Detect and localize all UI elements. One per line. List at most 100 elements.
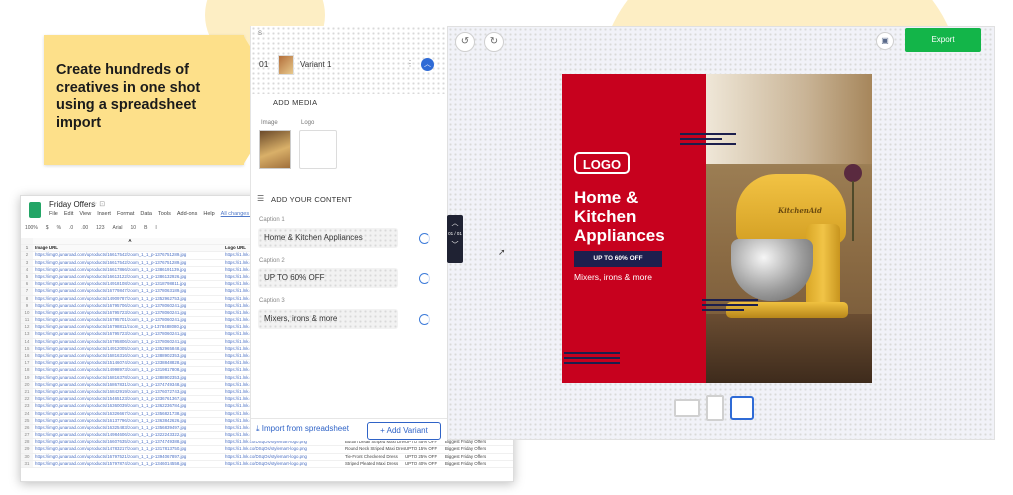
table-cell[interactable]: Biggest Friday Offers: [445, 439, 505, 445]
spreadsheet-title[interactable]: Friday Offers: [49, 200, 95, 209]
column-letter[interactable]: A: [33, 238, 225, 244]
table-cell[interactable]: https://img0.junaroad.com/uproducts/1636…: [33, 403, 225, 409]
caption-2-input[interactable]: UP TO 60% OFF: [258, 268, 398, 288]
row-number[interactable]: 4: [21, 266, 33, 273]
chevron-down-icon[interactable]: ﹀: [447, 240, 463, 250]
table-cell[interactable]: https://img0.junaroad.com/uproducts/1661…: [33, 260, 225, 266]
logo-upload-slot[interactable]: [299, 130, 337, 169]
row-number[interactable]: 17: [21, 360, 33, 367]
table-cell[interactable]: UPTO 40% OFF: [405, 461, 445, 467]
table-cell[interactable]: UPTO 15% OFF: [405, 446, 445, 452]
row-number[interactable]: 14: [21, 338, 33, 345]
creative-headline[interactable]: Home & Kitchen Appliances: [574, 188, 704, 245]
import-from-spreadsheet-button[interactable]: ⤓ Import from spreadsheet: [256, 424, 349, 434]
portrait-format-button[interactable]: [706, 395, 724, 421]
table-cell[interactable]: https://img0.junaroad.com/uproducts/1679…: [33, 317, 225, 323]
row-number[interactable]: 25: [21, 417, 33, 424]
row-number[interactable]: 20: [21, 381, 33, 388]
row-number[interactable]: 28: [21, 439, 33, 446]
toolbar-button[interactable]: 100%: [25, 225, 38, 231]
table-cell[interactable]: https://img0.junaroad.com/uproducts/1632…: [33, 411, 225, 417]
image-upload-slot[interactable]: [259, 130, 291, 169]
chevron-up-icon[interactable]: ︿: [421, 58, 434, 71]
row-number[interactable]: 23: [21, 403, 33, 410]
row-number[interactable]: 18: [21, 367, 33, 374]
row-number[interactable]: 13: [21, 331, 33, 338]
table-cell[interactable]: https://img0.junaroad.com/uproducts/1579…: [33, 461, 225, 467]
table-cell[interactable]: https://img0.junaroad.com/uproducts/1546…: [33, 396, 225, 402]
table-cell[interactable]: https://i1.lnk.co/DSqOs/stylemart-logo.p…: [225, 461, 345, 467]
menu-item[interactable]: Format: [117, 211, 134, 217]
star-icon[interactable]: ☆ ⊡: [91, 200, 105, 208]
table-cell[interactable]: https://img0.junaroad.com/uproducts/1679…: [33, 303, 225, 309]
save-icon[interactable]: ▣: [876, 32, 894, 50]
menu-item[interactable]: Edit: [64, 211, 73, 217]
table-cell[interactable]: https://img0.junaroad.com/uproducts/1686…: [33, 382, 225, 388]
row-number[interactable]: 5: [21, 273, 33, 281]
table-cell[interactable]: https://img0.junaroad.com/uproducts/1613…: [33, 418, 225, 424]
creative-subtext[interactable]: Mixers, irons & more: [574, 272, 652, 282]
row-number[interactable]: 19: [21, 374, 33, 381]
toolbar-button[interactable]: .00: [81, 225, 88, 231]
row-number[interactable]: 26: [21, 424, 33, 432]
row-number[interactable]: 24: [21, 410, 33, 417]
table-cell[interactable]: https://img0.junaroad.com/uproducts/1677…: [33, 288, 225, 294]
table-cell[interactable]: https://img0.junaroad.com/uproducts/1661…: [33, 252, 225, 258]
creative-logo[interactable]: LOGO: [574, 152, 630, 174]
table-cell[interactable]: https://img0.junaroad.com/uproducts/1490…: [33, 296, 225, 302]
row-number[interactable]: 8: [21, 295, 33, 302]
table-cell[interactable]: Striped Pleated Maxi Dress: [345, 461, 405, 467]
table-cell[interactable]: Tie-Front Checkered Dress: [345, 454, 405, 460]
caption-3-input[interactable]: Mixers, irons & more: [258, 309, 398, 329]
row-number[interactable]: 16: [21, 353, 33, 360]
row-number[interactable]: 29: [21, 446, 33, 453]
table-cell[interactable]: https://img0.junaroad.com/uproducts/1478…: [33, 446, 225, 452]
row-number[interactable]: 2: [21, 252, 33, 259]
table-cell[interactable]: https://img0.junaroad.com/uproducts/1660…: [33, 439, 225, 445]
table-cell[interactable]: https://img0.junaroad.com/uproducts/1491…: [33, 346, 225, 352]
toolbar-button[interactable]: .0: [69, 225, 73, 231]
creative-discount-badge[interactable]: UP TO 60% OFF: [574, 251, 662, 267]
toolbar-button[interactable]: 10: [131, 225, 137, 231]
toolbar-button[interactable]: B: [144, 225, 147, 231]
more-options-icon[interactable]: ⋮: [406, 59, 414, 68]
redo-icon[interactable]: ↻: [484, 32, 504, 52]
row-number[interactable]: 7: [21, 288, 33, 295]
row-number[interactable]: 30: [21, 453, 33, 460]
square-format-button[interactable]: [730, 396, 754, 420]
menu-item[interactable]: Data: [140, 211, 152, 217]
caption-1-input[interactable]: Home & Kitchen Appliances: [258, 228, 398, 248]
row-number[interactable]: 9: [21, 302, 33, 309]
row-number[interactable]: 15: [21, 345, 33, 352]
table-cell[interactable]: https://img0.junaroad.com/uproducts/1681…: [33, 353, 225, 359]
table-cell[interactable]: https://img0.junaroad.com/uproducts/1679…: [33, 331, 225, 337]
table-cell[interactable]: https://img0.junaroad.com/uproducts/1684…: [33, 389, 225, 395]
table-cell[interactable]: https://img0.junaroad.com/uproducts/1514…: [33, 360, 225, 366]
table-cell[interactable]: https://img0.junaroad.com/uproducts/1679…: [33, 324, 225, 330]
toolbar-button[interactable]: I: [155, 225, 156, 231]
row-number[interactable]: 1: [21, 245, 33, 252]
row-number[interactable]: 21: [21, 388, 33, 396]
table-cell[interactable]: Round Neck Striped Maxi Dress: [345, 446, 405, 452]
table-cell[interactable]: https://img0.junaroad.com/uproducts/1491…: [33, 281, 225, 287]
undo-icon[interactable]: ↺: [455, 32, 475, 52]
table-cell[interactable]: Biggest Friday Offers: [445, 446, 505, 452]
chevron-up-icon[interactable]: ︿: [447, 218, 463, 228]
table-cell[interactable]: https://i1.lnk.co/DSqOs/stylemart-logo.p…: [225, 454, 345, 460]
toolbar-button[interactable]: Arial: [113, 225, 123, 231]
menu-item[interactable]: Add-ons: [177, 211, 198, 217]
table-cell[interactable]: https://img0.junaroad.com/uproducts/1498…: [33, 432, 225, 438]
row-number[interactable]: 31: [21, 460, 33, 467]
creative-preview[interactable]: KitchenAid LOGO Home & Kitchen Appliance…: [562, 74, 872, 383]
row-number[interactable]: 12: [21, 324, 33, 331]
table-cell[interactable]: https://img0.junaroad.com/uproducts/1681…: [33, 375, 225, 381]
landscape-format-button[interactable]: [674, 399, 700, 417]
menu-item[interactable]: Help: [203, 211, 214, 217]
menu-item[interactable]: Tools: [158, 211, 171, 217]
design-canvas[interactable]: ↺ ↻ ▣ Export ︿ 01 / 01 ﹀ ➚ KitchenAid LO…: [447, 26, 995, 440]
table-cell[interactable]: Biggest Friday Offers: [445, 454, 505, 460]
table-cell[interactable]: https://i1.lnk.co/DSqOs/stylemart-logo.p…: [225, 446, 345, 452]
table-cell[interactable]: https://img0.junaroad.com/uproducts/1679…: [33, 454, 225, 460]
variant-name[interactable]: Variant 1: [300, 60, 331, 69]
table-cell[interactable]: https://img0.junaroad.com/uproducts/1499…: [33, 367, 225, 373]
